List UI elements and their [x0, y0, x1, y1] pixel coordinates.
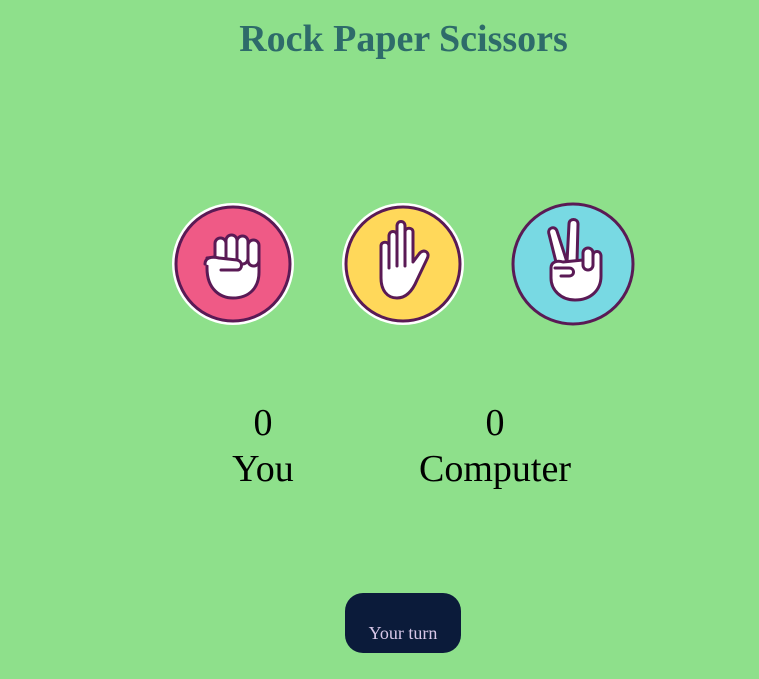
your-turn-button[interactable]: Your turn — [345, 593, 461, 653]
computer-score-value: 0 — [485, 402, 505, 444]
page-title: Rock Paper Scissors — [239, 18, 568, 60]
scissors-choice-button[interactable] — [511, 202, 635, 326]
fist-icon — [172, 203, 294, 325]
rock-choice-button[interactable] — [171, 202, 295, 326]
player-score-label: You — [232, 448, 294, 490]
computer-score: 0 Computer — [405, 400, 585, 492]
computer-score-label: Computer — [419, 448, 571, 490]
player-score: 0 You — [203, 400, 323, 492]
peace-hand-icon — [511, 202, 635, 326]
open-hand-icon — [342, 203, 464, 325]
player-score-value: 0 — [253, 402, 273, 444]
paper-choice-button[interactable] — [341, 202, 465, 326]
